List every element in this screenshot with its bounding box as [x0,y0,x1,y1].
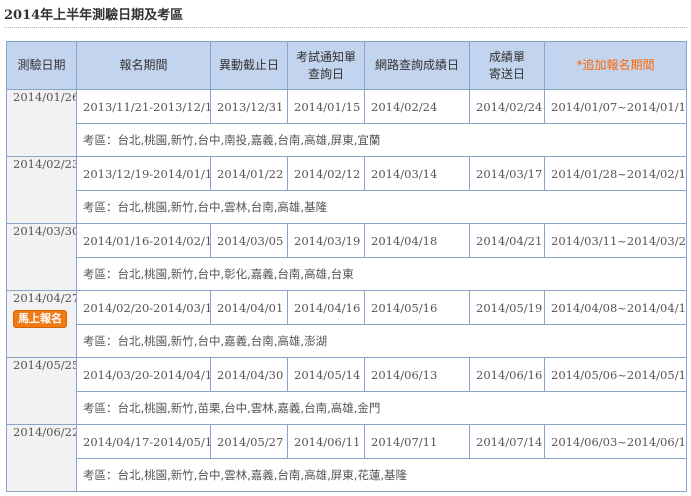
table-row: 2014/06/22 2014/04/17-2014/05/14 2014/05/2… [6,424,687,492]
table-row: 2014/02/23 2013/12/19-2014/01/15 2014/01/2… [6,156,687,224]
score-query-date-cell: 2014/04/18 [364,223,470,258]
page-title: 2014年上半年測驗日期及考區 [4,8,184,23]
table-row: 2014/04/27 馬上報名 2014/02/20-2014/03/19 2014/… [6,290,687,358]
exam-date: 2014/02/23 [13,157,77,172]
exam-date: 2014/04/27 [13,291,77,306]
header-exam-date: 測驗日期 [6,41,77,90]
table-row: 2014/03/30 2014/01/16-2014/02/19 2014/03/0… [6,223,687,291]
report-mail-date-cell: 2014/02/24 [469,89,545,124]
change-deadline-cell: 2014/03/05 [210,223,288,258]
extra-registration-cell: 2014/03/11~2014/03/22 [544,223,687,258]
exam-schedule-table: 測驗日期 報名期間 異動截止日 考試通知單 查詢日 網路查詢成績日 成績單 寄送日 … [6,41,687,492]
notice-query-date-cell: 2014/06/11 [287,424,365,459]
report-mail-date-cell: 2014/07/14 [469,424,545,459]
header-label: 測驗日期 [17,58,66,72]
header-label: 網路查詢成績日 [374,58,459,72]
exam-date: 2014/03/30 [13,224,77,239]
exam-venues: 考區：台北,桃園,新竹,台中,彰化,嘉義,台南,高雄,台東 [76,257,687,291]
notice-query-date-cell: 2014/04/16 [287,290,365,325]
change-deadline-cell: 2014/01/22 [210,156,288,191]
header-report-mail-date: 成績單 寄送日 [469,41,545,90]
extra-registration-cell: 2014/05/06~2014/05/17 [544,357,687,392]
change-deadline-cell: 2014/04/01 [210,290,288,325]
exam-date: 2014/01/26 [13,90,77,105]
exam-date: 2014/05/25 [13,358,77,373]
exam-venues: 考區：台北,桃園,新竹,台中,南投,嘉義,台南,高雄,屏東,宜蘭 [76,123,687,157]
change-deadline-cell: 2014/04/30 [210,357,288,392]
exam-venues: 考區：台北,桃園,新竹,台中,雲林,嘉義,台南,高雄,屏東,花蓮,基隆 [76,458,687,492]
registration-period-cell: 2014/03/20-2014/04/16 [76,357,211,392]
notice-query-date-cell: 2014/01/15 [287,89,365,124]
exam-date-cell: 2014/02/23 [6,156,77,224]
report-mail-date-cell: 2014/06/16 [469,357,545,392]
register-now-button[interactable]: 馬上報名 [13,310,67,328]
report-mail-date-cell: 2014/03/17 [469,156,545,191]
table-row: 2014/01/26 2013/11/21-2013/12/18 2013/12/3… [6,89,687,157]
exam-date: 2014/06/22 [13,425,77,440]
extra-registration-cell: 2014/01/28~2014/02/15 [544,156,687,191]
header-label: 異動截止日 [218,58,279,72]
header-registration-period: 報名期間 [76,41,211,90]
registration-period-cell: 2014/02/20-2014/03/19 [76,290,211,325]
notice-query-date-cell: 2014/03/19 [287,223,365,258]
exam-date-cell: 2014/03/30 [6,223,77,291]
registration-period-cell: 2014/04/17-2014/05/14 [76,424,211,459]
venue-row: 考區：台北,桃園,新竹,苗栗,台中,雲林,嘉義,台南,高雄,金門 [7,391,687,425]
table-header-row: 測驗日期 報名期間 異動截止日 考試通知單 查詢日 網路查詢成績日 成績單 寄送日 … [6,41,687,90]
header-label: *追加報名期間 [576,58,655,72]
header-extra-registration: *追加報名期間 [544,41,687,90]
registration-period-cell: 2013/11/21-2013/12/18 [76,89,211,124]
venue-row: 考區：台北,桃園,新竹,台中,彰化,嘉義,台南,高雄,台東 [7,257,687,291]
score-query-date-cell: 2014/03/14 [364,156,470,191]
score-query-date-cell: 2014/06/13 [364,357,470,392]
exam-date-cell: 2014/06/22 [6,424,77,492]
notice-query-date-cell: 2014/05/14 [287,357,365,392]
header-score-query-date: 網路查詢成績日 [364,41,470,90]
exam-date-cell: 2014/01/26 [6,89,77,157]
exam-venues: 考區：台北,桃園,新竹,苗栗,台中,雲林,嘉義,台南,高雄,金門 [76,391,687,425]
report-mail-date-cell: 2014/04/21 [469,223,545,258]
notice-query-date-cell: 2014/02/12 [287,156,365,191]
header-label: 成績單 寄送日 [488,49,525,81]
extra-registration-cell: 2014/01/07~2014/01/18 [544,89,687,124]
venue-row: 考區：台北,桃園,新竹,台中,南投,嘉義,台南,高雄,屏東,宜蘭 [7,123,687,157]
score-query-date-cell: 2014/05/16 [364,290,470,325]
registration-period-cell: 2013/12/19-2014/01/15 [76,156,211,191]
change-deadline-cell: 2013/12/31 [210,89,288,124]
exam-date-cell: 2014/05/25 [6,357,77,425]
change-deadline-cell: 2014/05/27 [210,424,288,459]
exam-venues: 考區：台北,桃園,新竹,台中,嘉義,台南,高雄,澎湖 [76,324,687,358]
exam-date-cell: 2014/04/27 馬上報名 [6,290,77,358]
score-query-date-cell: 2014/02/24 [364,89,470,124]
venue-row: 考區：台北,桃園,新竹,台中,雲林,台南,高雄,基隆 [7,190,687,224]
venue-row: 考區：台北,桃園,新竹,台中,雲林,嘉義,台南,高雄,屏東,花蓮,基隆 [7,458,687,492]
venue-row: 考區：台北,桃園,新竹,台中,嘉義,台南,高雄,澎湖 [7,324,687,358]
title-divider [4,27,687,28]
score-query-date-cell: 2014/07/11 [364,424,470,459]
report-mail-date-cell: 2014/05/19 [469,290,545,325]
header-notice-query-date: 考試通知單 查詢日 [287,41,365,90]
header-change-deadline: 異動截止日 [210,41,288,90]
table-row: 2014/05/25 2014/03/20-2014/04/16 2014/04/3… [6,357,687,425]
registration-period-cell: 2014/01/16-2014/02/19 [76,223,211,258]
header-label: 報名期間 [119,58,168,72]
extra-registration-cell: 2014/04/08~2014/04/19 [544,290,687,325]
exam-venues: 考區：台北,桃園,新竹,台中,雲林,台南,高雄,基隆 [76,190,687,224]
extra-registration-cell: 2014/06/03~2014/06/14 [544,424,687,459]
header-label: 考試通知單 查詢日 [295,49,356,81]
